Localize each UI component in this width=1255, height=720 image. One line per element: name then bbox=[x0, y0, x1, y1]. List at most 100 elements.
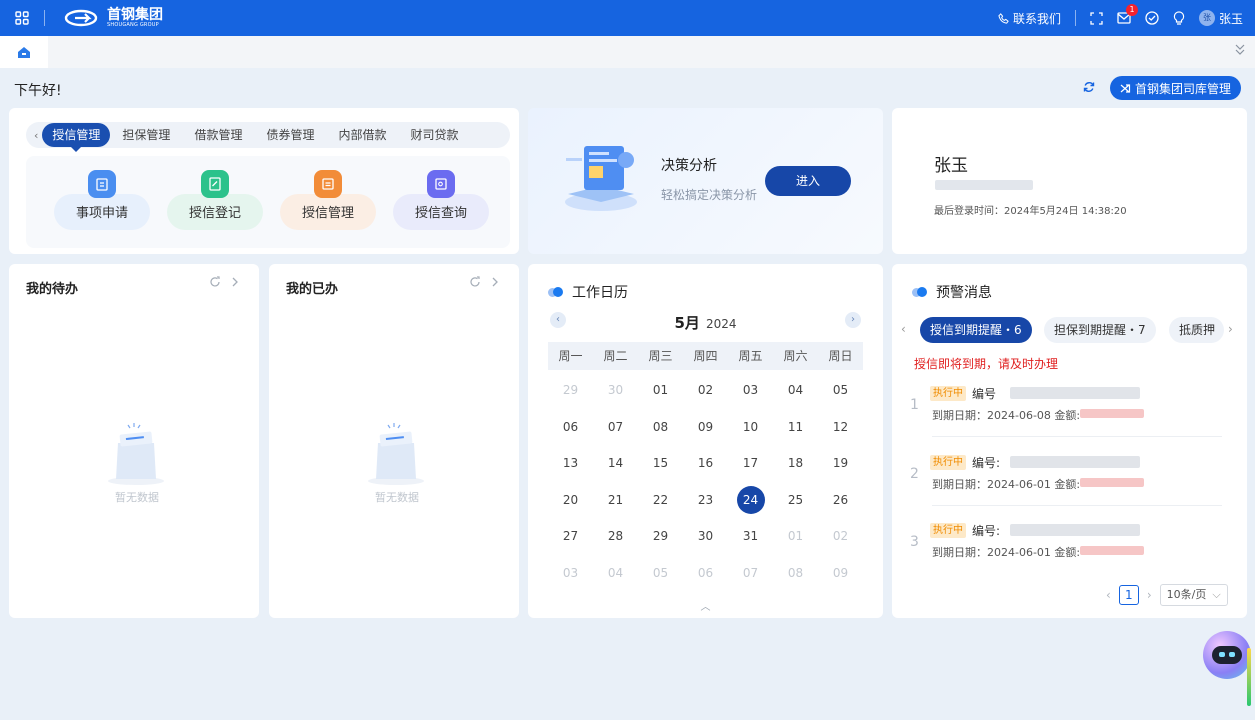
tab-pledge[interactable]: 抵质押 bbox=[1169, 317, 1224, 343]
calendar-day[interactable]: 16 bbox=[683, 445, 728, 482]
prev-page-icon[interactable]: ‹ bbox=[1106, 588, 1111, 602]
contact-link[interactable]: 联系我们 bbox=[998, 10, 1061, 27]
calendar-day[interactable]: 18 bbox=[773, 445, 818, 482]
calendar-title: 工作日历 bbox=[572, 285, 628, 301]
calendar-day[interactable]: 14 bbox=[593, 445, 638, 482]
calendar-day[interactable]: 01 bbox=[638, 372, 683, 409]
calendar-day[interactable]: 06 bbox=[548, 409, 593, 446]
calendar-day[interactable]: 23 bbox=[683, 482, 728, 519]
tab-guarantee-management[interactable]: 担保管理 bbox=[110, 123, 182, 147]
redacted-amount bbox=[1080, 409, 1144, 418]
calendar-day-label: 20 bbox=[562, 492, 579, 507]
calendar-day[interactable]: 26 bbox=[818, 482, 863, 519]
weekday-label: 周六 bbox=[783, 349, 808, 363]
item-number: 3 bbox=[910, 534, 919, 550]
calendar-day[interactable]: 20 bbox=[548, 482, 593, 519]
calendar-day[interactable]: 08 bbox=[638, 409, 683, 446]
divider bbox=[44, 10, 45, 26]
calendar-day[interactable]: 28 bbox=[593, 518, 638, 555]
list-item[interactable]: 3 执行中 编号: 到期日期：2024-06-01 金额: bbox=[910, 519, 1222, 579]
module-card: ‹ 授信管理 担保管理 借款管理 债券管理 内部借款 财司贷款 事项申请 授信登… bbox=[9, 108, 519, 254]
tab-scroll-right-icon[interactable]: › bbox=[1228, 322, 1233, 336]
pagination: ‹ 1 › 10条/页 ⌵ bbox=[1106, 584, 1228, 606]
prev-month-icon[interactable]: ‹ bbox=[550, 312, 566, 328]
ai-assistant-icon[interactable] bbox=[1203, 631, 1251, 679]
calendar-day[interactable]: 19 bbox=[818, 445, 863, 482]
quick-action-label: 授信登记 bbox=[167, 194, 263, 230]
calendar-day[interactable]: 30 bbox=[593, 372, 638, 409]
greeting-text: 下午好! bbox=[14, 83, 62, 99]
list-item[interactable]: 1 执行中 编号 到期日期：2024-06-08 金额: bbox=[910, 382, 1222, 442]
mail-icon[interactable]: 1 bbox=[1117, 4, 1138, 24]
calendar-day[interactable]: 07 bbox=[728, 555, 773, 592]
chevron-right-icon[interactable] bbox=[491, 276, 499, 291]
calendar-day[interactable]: 22 bbox=[638, 482, 683, 519]
list-item[interactable]: 2 执行中 编号: 到期日期：2024-06-01 金额: bbox=[910, 451, 1222, 511]
decision-analysis-card: 决策分析 轻松搞定决策分析 进入 bbox=[528, 108, 883, 254]
lightbulb-icon[interactable] bbox=[1173, 11, 1185, 25]
calendar-day-label: 01 bbox=[787, 529, 804, 544]
calendar-day[interactable]: 02 bbox=[818, 518, 863, 555]
next-month-icon[interactable]: › bbox=[845, 312, 861, 328]
tab-scroll-left-icon[interactable]: ‹ bbox=[34, 129, 38, 142]
calendar-day[interactable]: 17 bbox=[728, 445, 773, 482]
home-tab[interactable] bbox=[0, 36, 48, 68]
calendar-day[interactable]: 04 bbox=[593, 555, 638, 592]
refresh-icon[interactable] bbox=[1083, 81, 1095, 96]
collapse-calendar-icon[interactable]: ︿ bbox=[528, 598, 883, 613]
tab-credit-expiry[interactable]: 授信到期提醒・6 bbox=[920, 317, 1032, 343]
calendar-day[interactable]: 09 bbox=[683, 409, 728, 446]
calendar-day[interactable]: 21 bbox=[593, 482, 638, 519]
top-navigation-bar: 首钢集团 SHOUGANG GROUP 联系我们 1 张 张玉 bbox=[0, 0, 1255, 36]
calendar-day[interactable]: 11 bbox=[773, 409, 818, 446]
calendar-day[interactable]: 25 bbox=[773, 482, 818, 519]
calendar-day-today[interactable]: 24 bbox=[728, 482, 773, 519]
refresh-icon[interactable] bbox=[469, 276, 481, 291]
calendar-day[interactable]: 12 bbox=[818, 409, 863, 446]
calendar-day[interactable]: 03 bbox=[728, 372, 773, 409]
calendar-day[interactable]: 10 bbox=[728, 409, 773, 446]
tab-finance-loan[interactable]: 财司贷款 bbox=[398, 123, 470, 147]
calendar-day-label: 07 bbox=[742, 565, 759, 580]
refresh-icon[interactable] bbox=[209, 276, 221, 291]
calendar-day[interactable]: 15 bbox=[638, 445, 683, 482]
switch-system-button[interactable]: 首钢集团司库管理 bbox=[1110, 76, 1241, 100]
company-logo: 首钢集团 SHOUGANG GROUP bbox=[63, 8, 163, 28]
section-dot-icon bbox=[912, 287, 930, 297]
calendar-day-label: 25 bbox=[787, 492, 804, 507]
calendar-day[interactable]: 29 bbox=[638, 518, 683, 555]
tab-scroll-left-icon[interactable]: ‹ bbox=[901, 322, 906, 336]
tab-credit-management[interactable]: 授信管理 bbox=[42, 123, 111, 152]
calendar-day[interactable]: 03 bbox=[548, 555, 593, 592]
done-title: 我的已办 bbox=[286, 282, 339, 297]
page-size-select[interactable]: 10条/页 ⌵ bbox=[1159, 584, 1228, 606]
chevron-right-icon[interactable] bbox=[231, 276, 239, 291]
user-menu[interactable]: 张 张玉 bbox=[1198, 10, 1243, 27]
calendar-day[interactable]: 08 bbox=[773, 555, 818, 592]
tab-guarantee-expiry[interactable]: 担保到期提醒・7 bbox=[1044, 317, 1156, 343]
tab-loan-management[interactable]: 借款管理 bbox=[182, 123, 254, 147]
calendar-day[interactable]: 05 bbox=[818, 372, 863, 409]
calendar-day[interactable]: 27 bbox=[548, 518, 593, 555]
calendar-day-label: 12 bbox=[832, 419, 849, 434]
calendar-day[interactable]: 09 bbox=[818, 555, 863, 592]
task-check-icon[interactable] bbox=[1145, 11, 1159, 25]
tab-internal-loan[interactable]: 内部借款 bbox=[326, 123, 398, 147]
calendar-day[interactable]: 07 bbox=[593, 409, 638, 446]
collapse-tabs-icon[interactable] bbox=[1235, 44, 1245, 59]
calendar-day[interactable]: 05 bbox=[638, 555, 683, 592]
next-page-icon[interactable]: › bbox=[1147, 588, 1152, 602]
calendar-day[interactable]: 13 bbox=[548, 445, 593, 482]
tab-bond-management[interactable]: 债券管理 bbox=[254, 123, 326, 147]
app-grid-icon[interactable] bbox=[0, 0, 44, 36]
calendar-day[interactable]: 01 bbox=[773, 518, 818, 555]
fullscreen-icon[interactable] bbox=[1090, 11, 1103, 25]
calendar-day[interactable]: 04 bbox=[773, 372, 818, 409]
calendar-day[interactable]: 02 bbox=[683, 372, 728, 409]
current-page[interactable]: 1 bbox=[1118, 585, 1139, 605]
calendar-day[interactable]: 06 bbox=[683, 555, 728, 592]
calendar-day[interactable]: 29 bbox=[548, 372, 593, 409]
calendar-day[interactable]: 30 bbox=[683, 518, 728, 555]
enter-button[interactable]: 进入 bbox=[765, 166, 851, 196]
calendar-day[interactable]: 31 bbox=[728, 518, 773, 555]
